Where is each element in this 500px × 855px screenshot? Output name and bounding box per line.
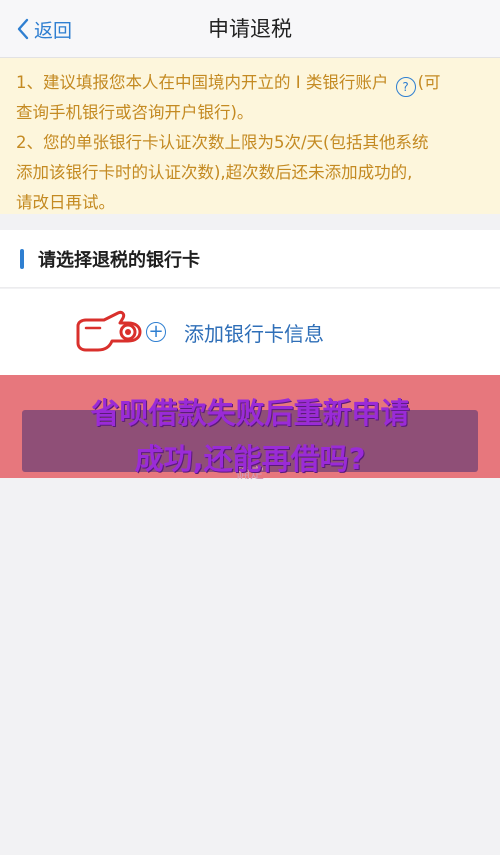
notice-line: 1、建议填报您本人在中国境内开立的 I 类银行账户 ? (可 bbox=[16, 68, 484, 98]
notice-line: 查询手机银行或咨询开户银行)。 bbox=[16, 103, 254, 122]
help-icon[interactable]: ? bbox=[395, 77, 416, 97]
headline-line: 省呗借款失败后重新申请 bbox=[90, 396, 410, 430]
notice-text: 1、建议填报您本人在中国境内开立的 I 类银行账户 bbox=[16, 73, 389, 92]
overlay-headline: 省呗借款失败后重新申请 成功,还能再借吗? bbox=[0, 390, 500, 482]
add-bank-card-row: + 添加银行卡信息 bbox=[0, 289, 500, 375]
headline-line: 成功,还能再借吗? bbox=[134, 442, 366, 476]
add-bank-card-label: 添加银行卡信息 bbox=[184, 321, 324, 346]
notice-panel: 1、建议填报您本人在中国境内开立的 I 类银行账户 ? (可 查询手机银行或咨询开… bbox=[0, 58, 500, 214]
notice-text: (可 bbox=[417, 73, 441, 92]
notice-line: 添加该银行卡时的认证次数),超次数后还未添加成功的, bbox=[16, 163, 413, 182]
nav-bar: 返回 申请退税 bbox=[0, 0, 500, 58]
add-bank-card-button[interactable]: + 添加银行卡信息 bbox=[146, 317, 324, 347]
pointing-hand-icon bbox=[76, 310, 142, 352]
plus-circle-icon: + bbox=[146, 322, 166, 342]
page-title: 申请退税 bbox=[208, 17, 292, 41]
notice-line: 2、您的单张银行卡认证次数上限为5次/天(包括其他系统 bbox=[16, 133, 429, 152]
notice-line: 请改日再试。 bbox=[16, 193, 115, 212]
section-title: 请选择退税的银行卡 bbox=[38, 249, 200, 271]
bank-card-section-header: 请选择退税的银行卡 bbox=[0, 230, 500, 288]
section-accent-bar bbox=[20, 248, 24, 269]
